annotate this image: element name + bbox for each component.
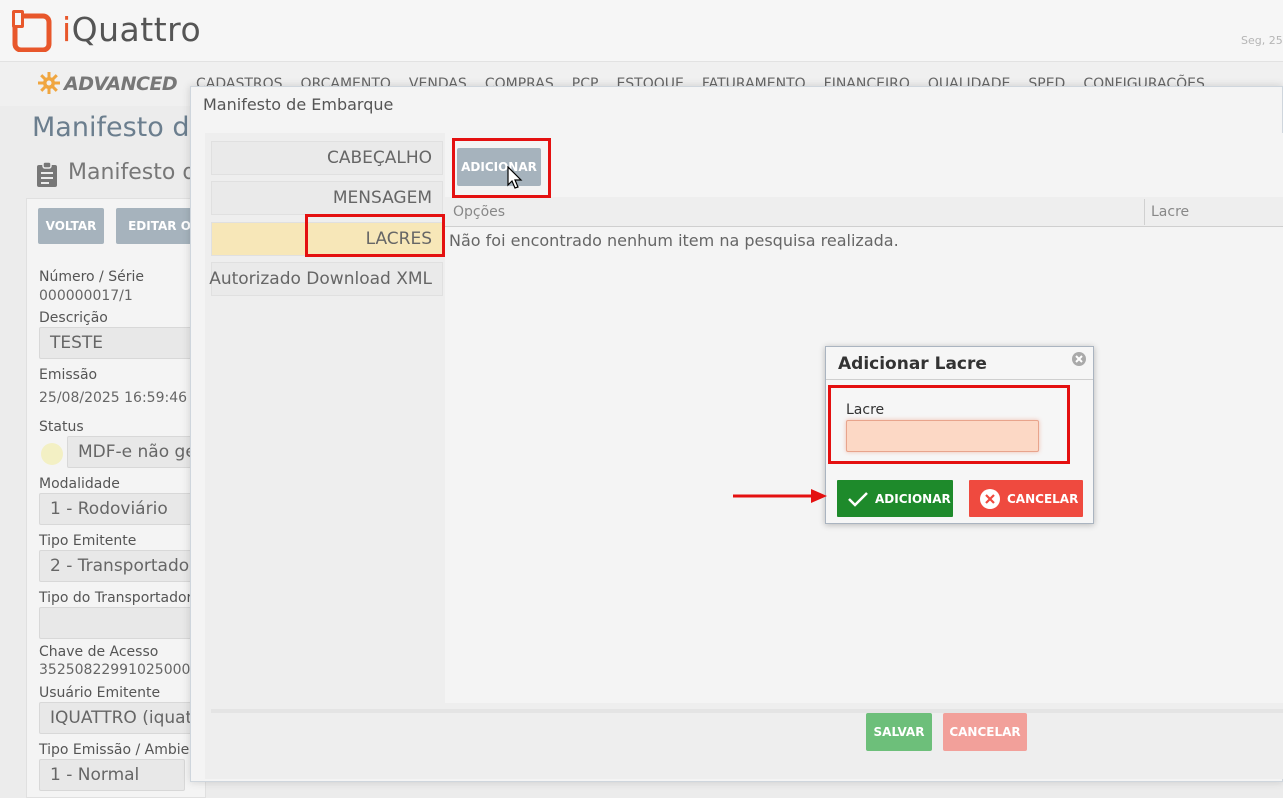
dialog-adicionar-label: ADICIONAR bbox=[875, 491, 951, 506]
descricao-field[interactable]: TESTE bbox=[39, 327, 205, 359]
details-panel: VOLTAR EDITAR O C Número / Série 0000000… bbox=[26, 198, 206, 798]
emissao-value: 25/08/2025 16:59:46 bbox=[39, 390, 188, 406]
app-header: iQuattro Seg, 25 bbox=[0, 0, 1283, 62]
edition-label: ADVANCED bbox=[64, 73, 178, 95]
column-divider bbox=[1144, 199, 1145, 225]
dialog-cancelar-label: CANCELAR bbox=[1007, 491, 1079, 506]
voltar-button[interactable]: VOLTAR bbox=[38, 208, 104, 244]
chave-value: 352508229910250001 bbox=[39, 662, 200, 678]
usuario-field[interactable]: IQUATTRO (iquatt bbox=[39, 702, 205, 734]
column-lacre: Lacre bbox=[1151, 204, 1190, 220]
highlight-lacres-tab bbox=[305, 214, 445, 257]
usuario-label: Usuário Emitente bbox=[39, 685, 161, 701]
mouse-cursor-icon bbox=[507, 166, 523, 189]
cancel-circle-icon bbox=[980, 488, 1000, 509]
dialog-title: Adicionar Lacre bbox=[838, 354, 987, 374]
tipo-transportador-label: Tipo do Transportador bbox=[39, 590, 193, 606]
tab-mensagem[interactable]: MENSAGEM bbox=[211, 181, 443, 215]
dialog-adicionar-button[interactable]: ADICIONAR bbox=[837, 480, 953, 517]
descricao-label: Descrição bbox=[39, 310, 108, 326]
numero-label: Número / Série bbox=[39, 269, 144, 285]
chave-label: Chave de Acesso bbox=[39, 644, 159, 660]
page-title: Manifesto de bbox=[32, 112, 207, 143]
tipo-emissao-label: Tipo Emissão / Ambien bbox=[39, 742, 199, 758]
modalidade-select[interactable]: 1 - Rodoviário bbox=[39, 493, 205, 525]
highlight-adicionar bbox=[452, 138, 551, 198]
table-header: Opções Lacre bbox=[445, 197, 1283, 227]
salvar-button[interactable]: SALVAR bbox=[866, 713, 932, 751]
column-opcoes: Opções bbox=[453, 204, 506, 220]
status-indicator bbox=[41, 443, 63, 465]
status-field[interactable]: MDF-e não ger bbox=[67, 436, 205, 468]
modal-footer-divider bbox=[211, 709, 1283, 713]
empty-table-message: Não foi encontrado nenhum item na pesqui… bbox=[449, 231, 899, 250]
modalidade-label: Modalidade bbox=[39, 476, 120, 492]
close-icon[interactable] bbox=[1071, 351, 1087, 367]
tab-autorizado-download-xml[interactable]: Autorizado Download XML bbox=[209, 262, 443, 296]
cancelar-button[interactable]: CANCELAR bbox=[943, 713, 1027, 751]
logo-text: iQuattro bbox=[62, 10, 202, 49]
gear-icon bbox=[38, 72, 60, 94]
tab-cabecalho[interactable]: CABEÇALHO bbox=[211, 141, 443, 175]
tipo-transportador-select[interactable] bbox=[39, 607, 205, 639]
tipo-emissao-select[interactable]: 1 - Normal bbox=[39, 759, 185, 791]
tipo-emitente-label: Tipo Emitente bbox=[39, 533, 137, 549]
numero-value: 000000017/1 bbox=[39, 288, 133, 304]
emissao-label: Emissão bbox=[39, 367, 98, 383]
header-date: Seg, 25 bbox=[1241, 34, 1283, 47]
dialog-cancelar-button[interactable]: CANCELAR bbox=[969, 480, 1083, 517]
arrow-right-icon bbox=[733, 489, 827, 503]
iquattro-logo-icon bbox=[12, 10, 52, 52]
modal-title: Manifesto de Embarque bbox=[203, 95, 394, 114]
status-label: Status bbox=[39, 419, 84, 435]
section-title: Manifesto de bbox=[68, 160, 210, 185]
check-icon bbox=[848, 491, 868, 507]
dialog-divider bbox=[826, 379, 1093, 380]
clipboard-icon bbox=[37, 162, 57, 187]
tipo-emitente-select[interactable]: 2 - Transportador bbox=[39, 550, 205, 582]
manifesto-modal: Manifesto de Embarque CABEÇALHO MENSAGEM… bbox=[190, 86, 1283, 782]
highlight-lacre-field bbox=[828, 385, 1070, 464]
